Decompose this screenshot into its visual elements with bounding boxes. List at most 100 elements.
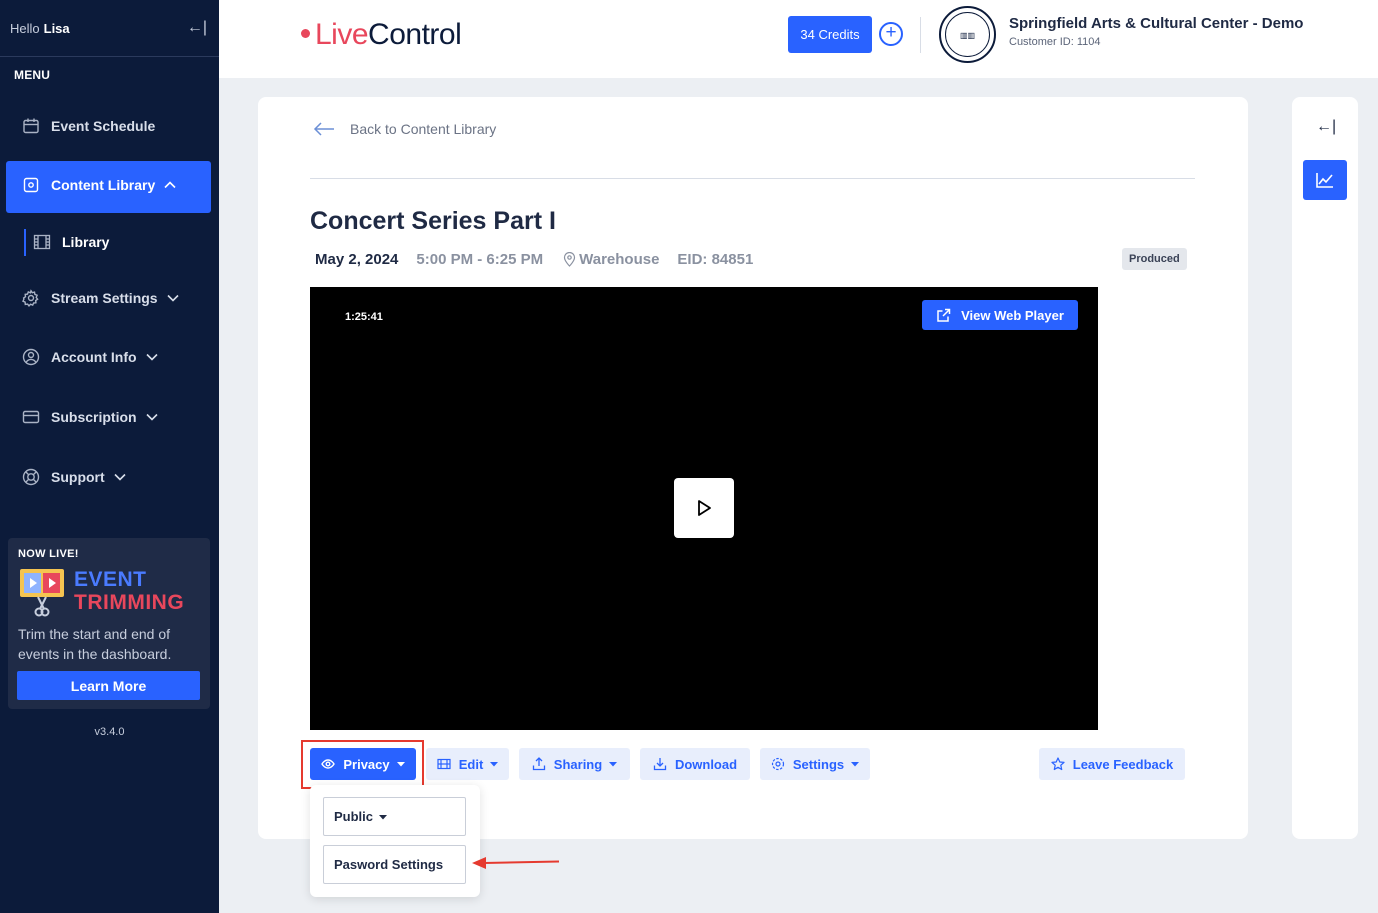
content-detail-card: Back to Content Library Concert Series P… [258, 97, 1248, 839]
organization-avatar[interactable]: ▥▥ [939, 6, 996, 63]
back-to-library-link[interactable]: Back to Content Library [313, 121, 496, 137]
arrow-left-icon [313, 122, 334, 136]
caret-down-icon [609, 762, 618, 767]
password-settings-button[interactable]: Pasword Settings [323, 845, 466, 884]
leave-feedback-button[interactable]: Leave Feedback [1039, 748, 1185, 780]
sidebar-item-subscription[interactable]: Subscription [22, 408, 159, 426]
calendar-icon [23, 118, 39, 134]
eye-icon [321, 759, 336, 769]
card-icon [22, 410, 40, 424]
back-label: Back to Content Library [350, 121, 497, 137]
collapse-panel-icon[interactable]: ←| [1316, 118, 1336, 136]
download-label: Download [674, 756, 738, 772]
user-icon [22, 348, 40, 366]
event-location: Warehouse [563, 251, 659, 268]
feedback-label: Leave Feedback [1072, 756, 1174, 772]
collapse-sidebar-icon[interactable]: ←| [187, 19, 207, 37]
settings-button[interactable]: Settings [760, 748, 870, 780]
caret-down-icon [396, 762, 405, 767]
library-icon [23, 177, 39, 193]
top-header: LiveControl 34 Credits + ▥▥ Springfield … [219, 0, 1378, 78]
promo-title-line1: EVENT [74, 568, 147, 591]
visibility-select[interactable]: Public [323, 797, 466, 836]
sharing-button[interactable]: Sharing [519, 748, 630, 780]
menu-label: MENU [14, 68, 51, 82]
trimming-illustration-icon [20, 569, 64, 617]
right-panel: ←| [1292, 97, 1358, 839]
film-icon [33, 234, 51, 250]
caret-down-icon [379, 814, 388, 819]
promo-description: Trim the start and end of events in the … [18, 626, 172, 662]
event-meta: May 2, 2024 5:00 PM - 6:25 PM Warehouse … [315, 251, 753, 268]
sidebar-item-label: Event Schedule [51, 118, 156, 134]
organization-name: Springfield Arts & Cultural Center - Dem… [1009, 15, 1304, 32]
learn-more-button[interactable]: Learn More [17, 671, 200, 700]
sidebar-item-content-library[interactable]: Content Library [22, 176, 177, 194]
add-credits-icon[interactable]: + [879, 22, 903, 46]
chevron-up-icon [164, 181, 176, 189]
sidebar-item-label: Support [51, 469, 105, 485]
user-name: Lisa [43, 20, 70, 36]
event-date: May 2, 2024 [315, 251, 399, 268]
app-version: v3.4.0 [94, 726, 125, 738]
page-title: Concert Series Part I [310, 207, 556, 235]
logo-live-text: Live [315, 18, 369, 51]
credits-button[interactable]: 34 Credits [788, 16, 872, 53]
sidebar-item-library[interactable]: Library [33, 233, 109, 251]
visibility-value: Public [334, 809, 374, 824]
star-icon [1051, 757, 1065, 771]
sidebar-item-label: Library [62, 234, 110, 250]
status-badge: Produced [1122, 248, 1187, 270]
sharing-label: Sharing [553, 756, 603, 772]
edit-button[interactable]: Edit [426, 748, 509, 780]
divider [310, 178, 1195, 179]
video-duration: 1:25:41 [345, 311, 383, 323]
promo-now-live: NOW LIVE! [18, 548, 79, 560]
promo-card: NOW LIVE! EVENT TRIMMING Trim the start … [8, 538, 210, 709]
download-button[interactable]: Download [640, 748, 750, 780]
sidebar-item-label: Account Info [51, 349, 137, 365]
play-button[interactable] [674, 478, 734, 538]
sidebar-item-label: Content Library [51, 177, 156, 193]
play-icon [698, 500, 711, 516]
logo-control-text: Control [368, 18, 462, 51]
analytics-button[interactable] [1303, 160, 1347, 200]
event-time: 5:00 PM - 6:25 PM [416, 251, 544, 268]
event-id: EID: 84851 [677, 251, 754, 268]
chevron-down-icon [114, 473, 126, 481]
film-icon [437, 758, 451, 770]
sidebar-header: Hello Lisa ←| [0, 0, 219, 57]
sidebar-item-support[interactable]: Support [22, 468, 127, 486]
sidebar-item-account-info[interactable]: Account Info [22, 348, 159, 366]
sidebar-item-label: Subscription [51, 409, 137, 425]
gear-icon [22, 289, 39, 307]
privacy-label: Privacy [343, 756, 390, 772]
logo-dot [301, 29, 310, 38]
promo-title-line2: TRIMMING [74, 591, 185, 614]
caret-down-icon [851, 762, 860, 767]
view-web-player-button[interactable]: View Web Player [922, 300, 1078, 330]
gear-icon [771, 757, 784, 771]
annotation-arrow-icon [472, 857, 560, 869]
sub-item-indicator [24, 229, 26, 256]
sidebar-item-stream-settings[interactable]: Stream Settings [22, 289, 180, 307]
location-name: Warehouse [579, 251, 660, 268]
chevron-down-icon [167, 294, 179, 302]
password-settings-label: Pasword Settings [334, 857, 444, 872]
sidebar-item-label: Stream Settings [51, 290, 158, 306]
privacy-dropdown-menu: Public Pasword Settings [310, 785, 480, 897]
upload-icon [532, 757, 545, 771]
location-pin-icon [564, 252, 576, 267]
org-logo-mark-icon: ▥▥ [945, 12, 990, 57]
greeting: Hello Lisa [10, 21, 70, 36]
video-player[interactable]: 1:25:41 View Web Player [310, 287, 1098, 730]
download-icon [653, 758, 667, 771]
livecontrol-logo[interactable]: LiveControl [301, 18, 462, 52]
privacy-button[interactable]: Privacy [310, 748, 416, 780]
header-divider [920, 17, 921, 53]
sidebar: Hello Lisa ←| MENU Event Schedule Content… [0, 0, 219, 913]
sidebar-item-event-schedule[interactable]: Event Schedule [22, 117, 155, 135]
customer-id: Customer ID: 1104 [1009, 36, 1101, 48]
web-player-label: View Web Player [961, 307, 1064, 323]
caret-down-icon [490, 762, 499, 767]
